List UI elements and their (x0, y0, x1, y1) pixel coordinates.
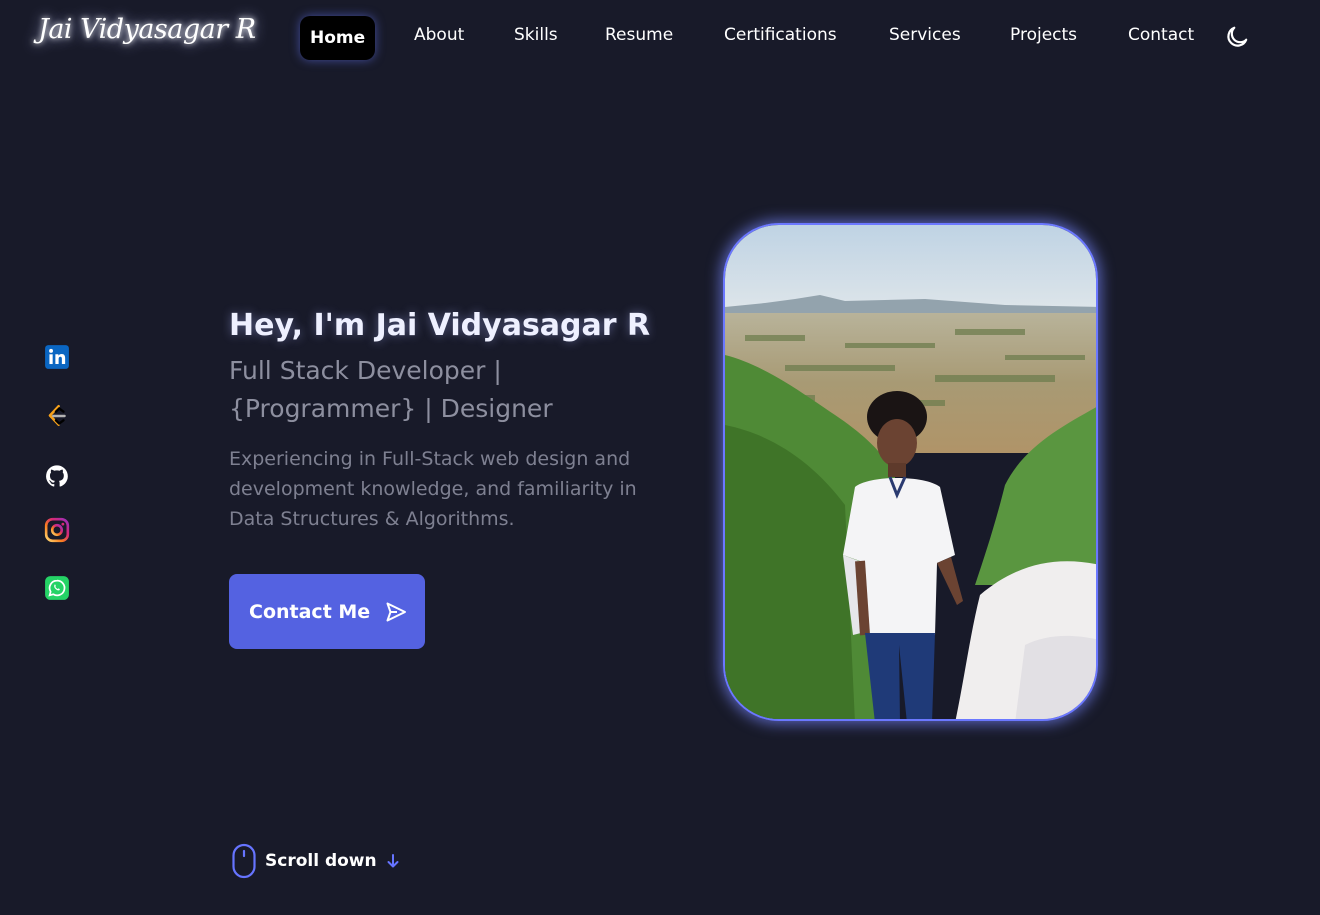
profile-photo (723, 223, 1098, 721)
mouse-icon (232, 843, 256, 879)
nav-resume[interactable]: Resume (605, 25, 673, 45)
instagram-icon[interactable] (44, 517, 70, 543)
nav-home[interactable]: Home (300, 16, 376, 60)
nav-projects[interactable]: Projects (1010, 25, 1077, 45)
nav-certifications[interactable]: Certifications (724, 25, 837, 45)
nav-services[interactable]: Services (889, 25, 961, 45)
scroll-down-label: Scroll down (265, 851, 377, 871)
hero-title: Hey, I'm Jai Vidyasagar R (229, 308, 651, 343)
nav-about[interactable]: About (414, 25, 464, 45)
arrow-down-icon (387, 854, 399, 868)
linkedin-icon[interactable] (44, 344, 70, 370)
leetcode-icon[interactable] (44, 403, 70, 429)
nav-skills[interactable]: Skills (514, 25, 558, 45)
send-icon (386, 602, 407, 621)
contact-me-button[interactable]: Contact Me (229, 574, 425, 649)
page: Jai Vidyasagar R Home About Skills Resum… (0, 0, 1320, 915)
whatsapp-icon[interactable] (44, 575, 70, 601)
hero-subtitle: Full Stack Developer | {Programmer} | De… (229, 356, 553, 423)
logo[interactable]: Jai Vidyasagar R (38, 14, 256, 45)
contact-me-label: Contact Me (249, 600, 371, 623)
scroll-down-button[interactable]: Scroll down (231, 843, 401, 879)
nav-contact[interactable]: Contact (1128, 25, 1194, 45)
github-icon[interactable] (44, 463, 70, 489)
hero-description: Experiencing in Full-Stack web design an… (229, 448, 637, 530)
moon-icon[interactable] (1224, 24, 1250, 50)
